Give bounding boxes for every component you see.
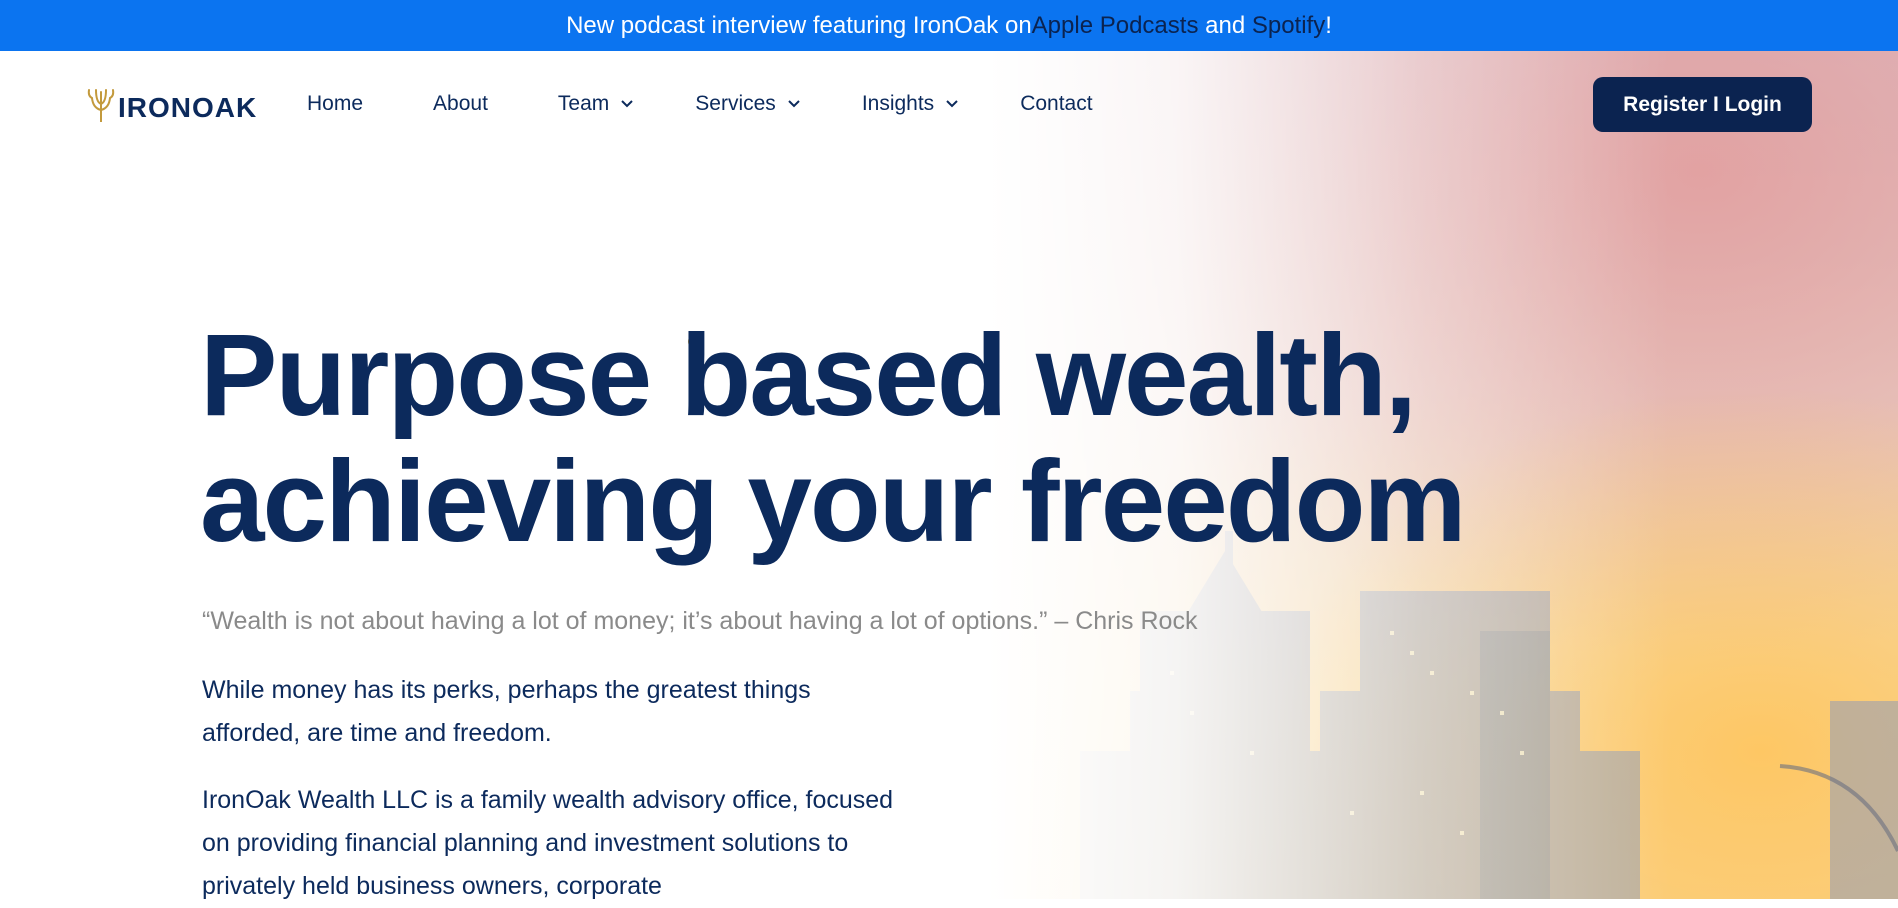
nav-home-label: Home	[307, 92, 364, 115]
hero-quote: “Wealth is not about having a lot of mon…	[202, 607, 1198, 635]
headline-line-2: achieving your freedom	[200, 436, 1469, 570]
apple-podcasts-link[interactable]: Apple Podcasts	[1032, 12, 1199, 40]
headline-highlight: freedom	[1016, 436, 1469, 570]
register-login-button[interactable]: Register I Login	[1593, 77, 1812, 132]
nav-services-label: Services	[695, 92, 776, 115]
hero-paragraph-1: While money has its perks, perhaps the g…	[202, 676, 811, 747]
announcement-conjunction: and	[1198, 11, 1252, 39]
nav-contact-label: Contact	[1020, 92, 1093, 115]
spotify-link[interactable]: Spotify	[1252, 12, 1325, 40]
nav-about-label: About	[433, 92, 488, 115]
ironoak-logo[interactable]: IRONOAK	[86, 86, 257, 122]
nav-about[interactable]: About	[433, 92, 488, 116]
hero-paragraph-2: IronOak Wealth LLC is a family wealth ad…	[202, 786, 894, 900]
chevron-down-icon	[621, 100, 633, 108]
chevron-down-icon	[788, 100, 800, 108]
nav-insights[interactable]: Insights	[862, 92, 958, 116]
announcement-text: New podcast interview featuring IronOak …	[566, 11, 1032, 39]
chevron-down-icon	[946, 100, 958, 108]
headline-line-1: Purpose based wealth,	[200, 310, 1417, 440]
headline-highlight-text: freedom	[1020, 436, 1467, 566]
nav-home[interactable]: Home	[307, 92, 363, 116]
oak-tree-icon	[87, 89, 115, 122]
logo-text: IRONOAK	[118, 92, 258, 123]
main-nav: Home About Team Services Insights Contac…	[307, 92, 1093, 116]
announcement-suffix: !	[1325, 11, 1332, 39]
headline-line-2-prefix: achieving your	[200, 436, 1021, 566]
hero-headline: Purpose based wealth, achieving your fre…	[200, 310, 1469, 570]
nav-services[interactable]: Services	[695, 92, 800, 116]
nav-insights-label: Insights	[861, 92, 935, 115]
nav-team-label: Team	[557, 92, 610, 115]
announcement-bar: New podcast interview featuring IronOak …	[0, 0, 1898, 51]
nav-team[interactable]: Team	[558, 92, 633, 116]
nav-contact[interactable]: Contact	[1020, 92, 1092, 116]
